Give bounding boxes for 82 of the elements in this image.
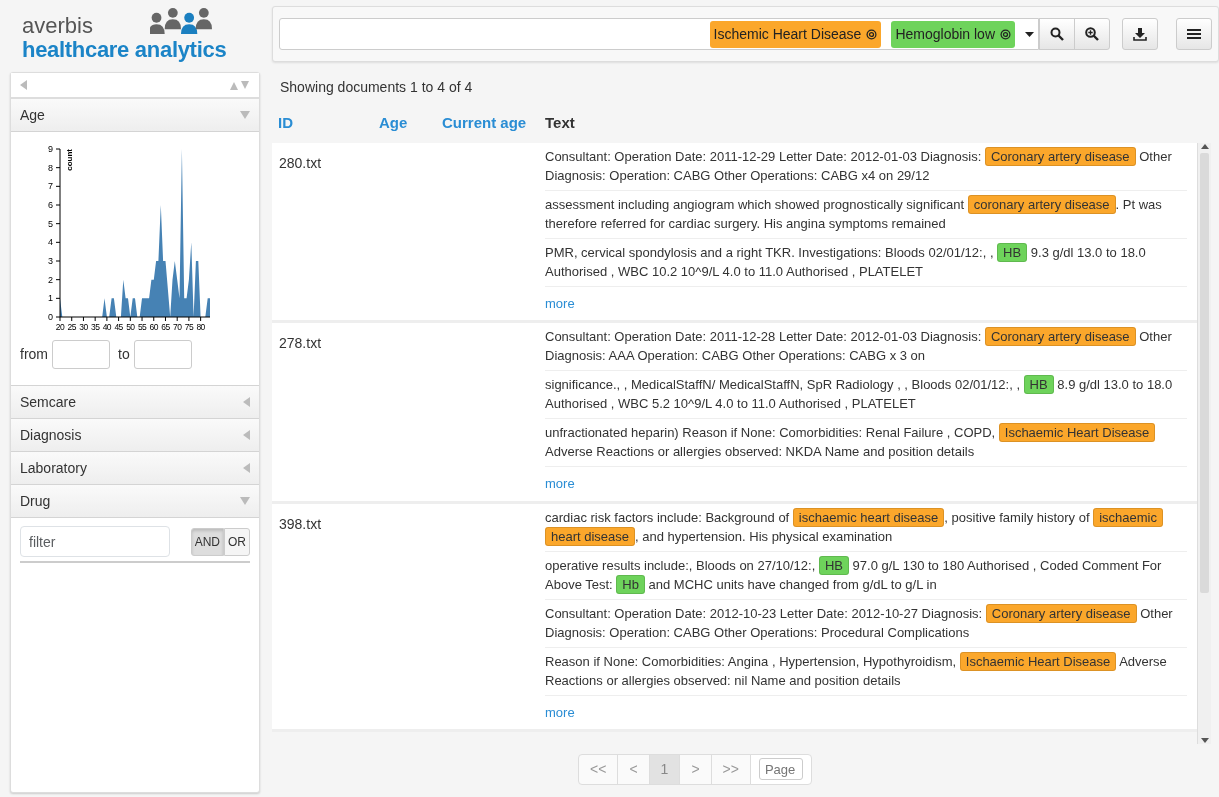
field-label: from xyxy=(20,345,48,364)
page-field[interactable]: Page xyxy=(758,758,803,780)
tick-label: 60 xyxy=(149,322,158,332)
snippet-text: Consultant: Operation Date: 2011-12-29 Letter Date: 2012-01-03 Diagnosis: Coronary artery disease Other Diagnosis: Operation: CABG Other Operations: CABG x4 on 29/12 xyxy=(545,142,1187,191)
highlight-tag: Coronary artery disease xyxy=(984,146,1136,166)
axis-label: count xyxy=(65,149,74,171)
facet-header[interactable]: Drug xyxy=(11,485,259,518)
tick-label: 1 xyxy=(48,293,53,304)
tick-label: 50 xyxy=(126,322,135,332)
tick-label: 65 xyxy=(161,322,170,332)
snippet-text: cardiac risk factors include: Background of ischaemic heart disease , positive family history of ischaemic heart disease , and hypertension. His physical examination xyxy=(545,503,1187,552)
snippet-text: Reason if None: Comorbidities: Angina , Hypertension, Hypothyroidism, Ischaemic Heart Disease Adverse Reactions or allergies observed: nil Name and position details xyxy=(545,647,1187,696)
highlight-tag: ischaemic heart disease xyxy=(792,507,945,527)
snippet-text: Consultant: Operation Date: 2011-12-28 Letter Date: 2012-01-03 Diagnosis: Coronary artery disease Other Diagnosis: AAA Operation: CABG Other Operations: CABG x 3 on xyxy=(545,323,1187,371)
highlight-tag: Hb xyxy=(616,574,645,594)
tick-label: 75 xyxy=(184,322,194,332)
tick-label: 9 xyxy=(48,144,53,154)
result-summary: Showing documents 1 to 4 of 4 xyxy=(280,78,474,97)
snippet-text: Consultant: Operation Date: 2012-10-23 Letter Date: 2012-10-27 Diagnosis: Coronary artery disease Other Diagnosis: Operation: CABG Other Operations: Procedural Complications xyxy=(545,599,1187,648)
tick-label: 45 xyxy=(114,322,123,332)
page-button[interactable]: >> xyxy=(710,754,751,785)
document-id: 280.txt xyxy=(279,153,323,173)
logo-text: healthcare analytics xyxy=(22,38,227,62)
more-link[interactable]: more xyxy=(545,293,575,313)
page-button[interactable]: < xyxy=(617,754,650,785)
facet-header[interactable]: Age xyxy=(11,99,259,132)
highlight-tag: Ischaemic Heart Disease xyxy=(959,651,1117,671)
facet-title: Semcare xyxy=(20,392,77,412)
page-button[interactable]: 1 xyxy=(648,754,681,785)
highlight-tag: HB xyxy=(1023,375,1054,394)
snippet-text: PMR, cervical spondylosis and a right TKR. Investigations: Bloods 02/01/12:, , HB 9.3 g/dl 13.0 to 18.0 Authorised , WBC 10.2 10^9/L 4.0 to 11.0 Authorised , PLATELET xyxy=(545,238,1187,287)
sort-link[interactable]: ID xyxy=(278,112,379,135)
tick-label: 0 xyxy=(48,312,53,322)
logo-text: averbis xyxy=(22,14,93,38)
facet-title: Age xyxy=(20,105,45,125)
snippet-text: assessment including angiogram which showed prognostically significant coronary artery disease . Pt was therefore referred for cardiac surgery. His angina symptoms remained xyxy=(545,190,1187,239)
facet-title: Diagnosis xyxy=(20,425,82,445)
toggle-button[interactable]: AND xyxy=(190,527,224,556)
field-label: to xyxy=(118,345,130,364)
highlight-tag: HB xyxy=(997,242,1028,262)
search-field[interactable]: Ischemic Heart Disease Hemoglobin low xyxy=(279,18,1039,50)
tick-label: 40 xyxy=(102,322,111,332)
highlight-tag: Ischaemic Heart Disease xyxy=(998,423,1156,442)
tick-label: 80 xyxy=(196,322,205,332)
snippet-text: operative results include:, Bloods on 27/10/12:, HB 97.0 g/L 130 to 180 Authorised , Coded Comment For Above Test: Hb and MCHC units have changed from g/dL to g/L in xyxy=(545,551,1187,600)
highlight-tag: Coronary artery disease xyxy=(984,327,1136,346)
page-button[interactable]: << xyxy=(578,754,619,785)
facet-header[interactable]: Laboratory xyxy=(11,452,259,485)
facet-title: Drug xyxy=(20,491,51,511)
snippet-text: significance., , MedicalStaffN/ MedicalStaffN, SpR Radiology , , Bloods 02/01/12:, , HB 8.9 g/dl 13.0 to 18.0 Authorised , WBC 5.2 10^9/L 4.0 to 11.0 Authorised , PLATELET xyxy=(545,371,1187,419)
document-id: 278.txt xyxy=(279,334,323,353)
tick-label: 8 xyxy=(48,162,53,173)
tick-label: 30 xyxy=(79,322,88,332)
tick-label: 20 xyxy=(55,322,65,332)
facet-header[interactable]: Semcare xyxy=(11,386,259,419)
facet-title: Laboratory xyxy=(20,458,87,478)
tick-label: 25 xyxy=(67,322,76,332)
tick-label: 2 xyxy=(48,274,53,285)
more-link[interactable]: more xyxy=(545,474,575,494)
filter-field[interactable]: filter xyxy=(20,526,170,557)
tick-label: 35 xyxy=(91,322,100,332)
filter-tag[interactable]: Ischemic Heart Disease xyxy=(709,20,882,48)
more-link[interactable]: more xyxy=(545,702,575,722)
facet-header[interactable]: Diagnosis xyxy=(11,419,259,452)
filter-tag[interactable]: Hemoglobin low xyxy=(891,20,1015,48)
tick-label: 55 xyxy=(137,322,147,332)
tick-label: 4 xyxy=(48,237,53,248)
highlight-tag: HB xyxy=(818,555,849,575)
tick-label: 70 xyxy=(173,322,182,332)
tick-label: 3 xyxy=(48,256,53,266)
sort-link[interactable]: Age xyxy=(379,112,442,135)
sort-link[interactable]: Current age xyxy=(442,112,545,135)
tick-label: 6 xyxy=(48,200,53,210)
tick-label: 5 xyxy=(48,218,53,229)
document-id: 398.txt xyxy=(279,514,323,534)
page-button[interactable]: > xyxy=(679,754,712,785)
highlight-tag: coronary artery disease xyxy=(967,194,1116,214)
snippet-text: unfractionated heparin) Reason if None: Comorbidities: Renal Failure , COPD, Ischaemic Heart Disease Adverse Reactions or allergies observed: NKDA Name and position details xyxy=(545,419,1187,467)
column-header: Text xyxy=(545,113,576,133)
tick-label: 7 xyxy=(48,181,53,192)
toggle-button[interactable]: OR xyxy=(224,527,250,556)
highlight-tag: Coronary artery disease xyxy=(985,603,1137,623)
